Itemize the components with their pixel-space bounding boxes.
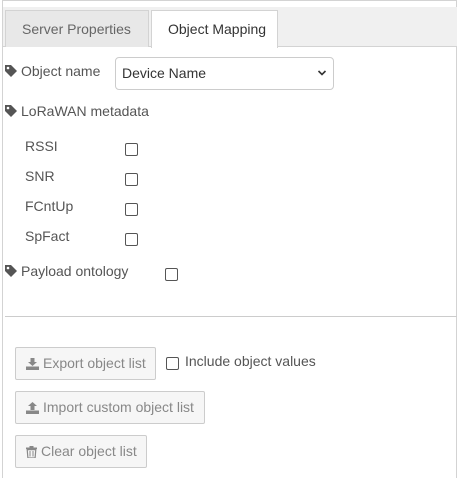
import-button-label: Import custom object list: [43, 399, 194, 415]
tag-icon: [5, 265, 17, 277]
payload-ontology-label: Payload ontology: [21, 263, 129, 279]
rssi-label: RSSI: [25, 138, 58, 154]
snr-checkbox[interactable]: [125, 173, 138, 186]
object-name-label: Object name: [21, 63, 101, 79]
payload-ontology-checkbox[interactable]: [165, 268, 178, 281]
tab-bar: Server Properties Object Mapping: [3, 7, 457, 48]
rssi-checkbox[interactable]: [125, 143, 138, 156]
include-object-values-checkbox[interactable]: [166, 357, 179, 370]
snr-label: SNR: [25, 168, 55, 184]
spfact-checkbox[interactable]: [125, 233, 138, 246]
object-name-select[interactable]: Device Name: [115, 57, 334, 90]
tag-icon: [5, 65, 17, 77]
export-button-label: Export object list: [43, 355, 146, 371]
tag-icon: [5, 105, 17, 117]
clear-object-list-button[interactable]: Clear object list: [15, 435, 147, 468]
upload-icon: [26, 402, 39, 414]
chevron-down-icon: [317, 70, 327, 76]
spfact-label: SpFact: [25, 228, 70, 244]
import-custom-object-list-button[interactable]: Import custom object list: [15, 391, 205, 424]
clear-button-label: Clear object list: [41, 443, 137, 459]
include-object-values-label: Include object values: [185, 353, 316, 369]
download-icon: [26, 358, 39, 370]
fcntup-checkbox[interactable]: [125, 203, 138, 216]
tab-server-properties[interactable]: Server Properties: [5, 10, 149, 47]
tab-object-mapping[interactable]: Object Mapping: [151, 10, 278, 48]
lorawan-metadata-label: LoRaWAN metadata: [21, 103, 149, 119]
object-name-selected-value: Device Name: [122, 65, 207, 81]
fcntup-label: FCntUp: [25, 198, 74, 214]
trash-icon: [26, 446, 37, 458]
export-object-list-button[interactable]: Export object list: [15, 347, 156, 380]
section-divider: [5, 316, 457, 317]
